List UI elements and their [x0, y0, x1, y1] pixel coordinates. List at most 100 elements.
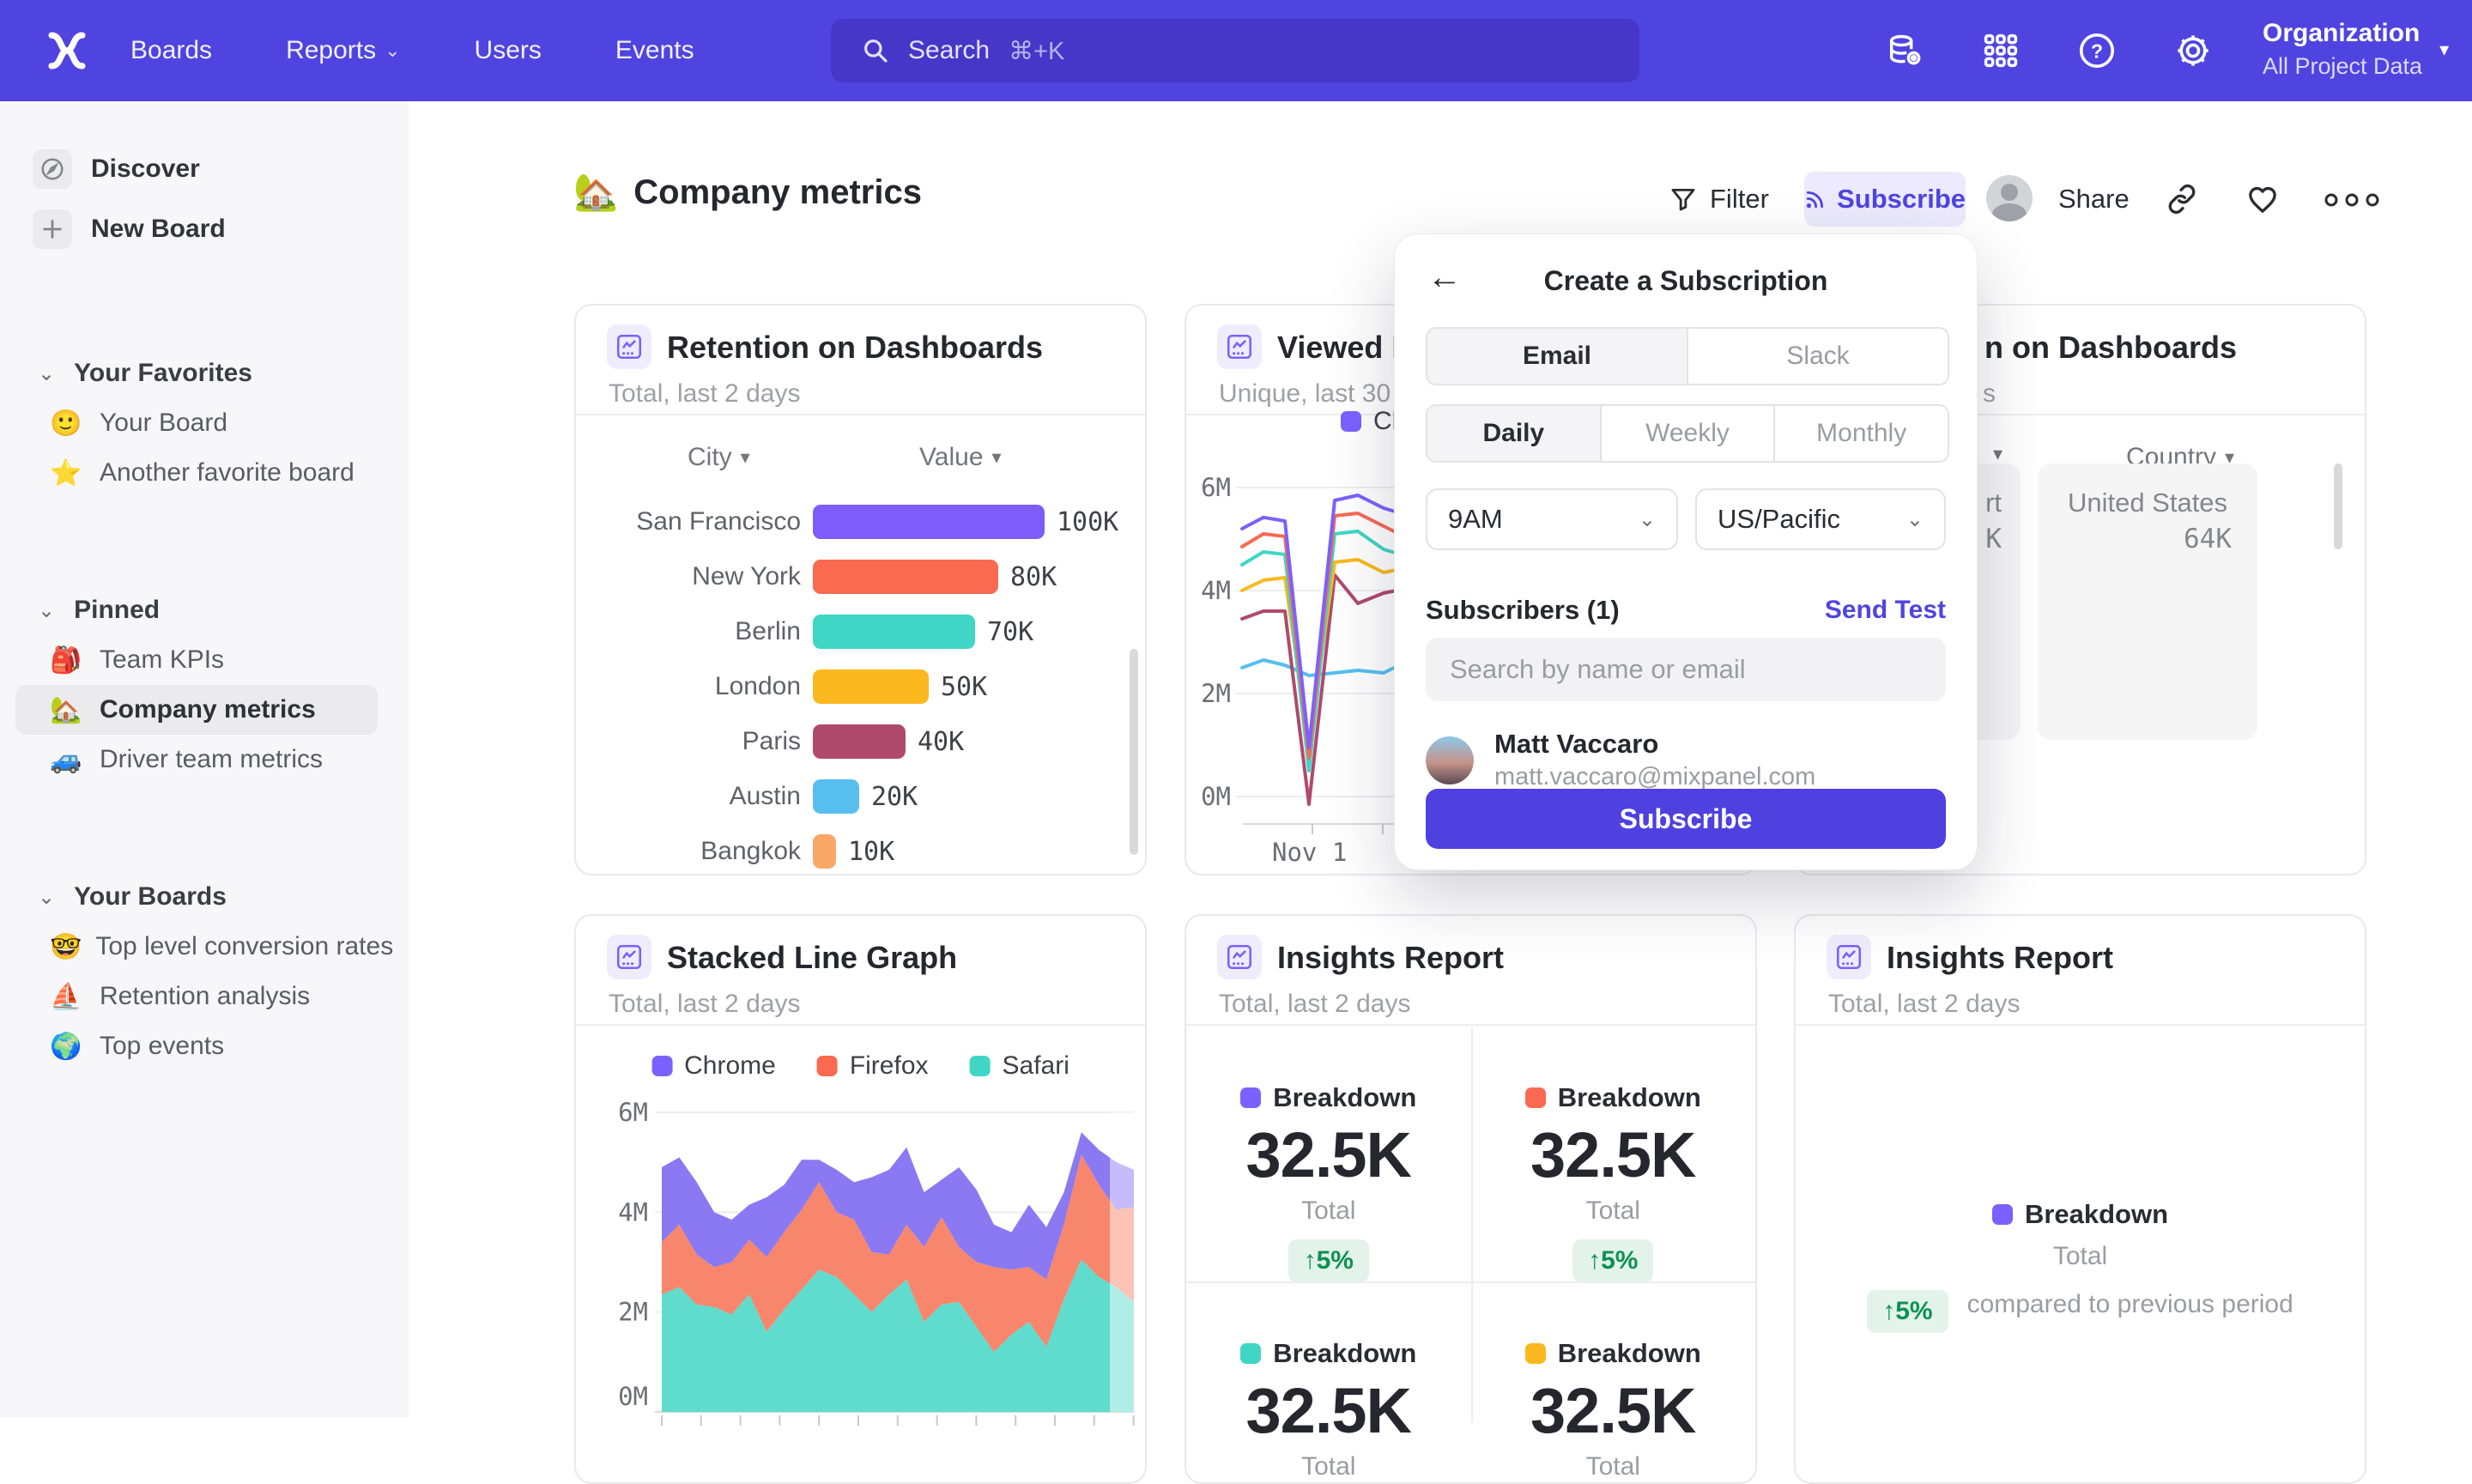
table-row-berlin[interactable]: Berlin70K [607, 615, 1128, 649]
card-title[interactable]: Retention on Dashboards [667, 330, 1043, 366]
legend-entry-firefox[interactable]: Firefox [817, 1051, 929, 1081]
sidebar-item-driver-team-metrics[interactable]: 🚙Driver team metrics [15, 735, 378, 784]
value-bar[interactable] [813, 834, 836, 869]
column-header-left-caret[interactable]: ▾ [1993, 443, 2002, 465]
svg-text:2M: 2M [618, 1298, 648, 1327]
search-input[interactable]: Search ⌘+K [831, 19, 1639, 82]
breakdown-label: Breakdown [2025, 1199, 2168, 1230]
subscriber-row[interactable]: Matt Vaccaro matt.vaccaro@mixpanel.com [1426, 729, 1815, 791]
chevron-down-icon: ⌄ [38, 885, 55, 910]
sidebar-item-your-board[interactable]: 🙂Your Board [15, 398, 378, 448]
copy-link-icon[interactable] [2165, 182, 2199, 216]
tab-daily[interactable]: Daily [1427, 406, 1600, 461]
value-bar[interactable] [813, 615, 975, 649]
legend-swatch [1525, 1343, 1546, 1364]
modal-subscribe-label: Subscribe [1620, 803, 1753, 835]
timezone-select[interactable]: US/Pacific ⌄ [1695, 488, 1946, 550]
column-header-city[interactable]: City▾ [688, 443, 750, 472]
sidebar-item-company-metrics[interactable]: 🏡Company metrics [15, 685, 378, 735]
city-label: Austin [607, 782, 801, 811]
sidebar-item-top-events[interactable]: 🌍Top events [15, 1021, 378, 1071]
favorite-heart-icon[interactable] [2245, 182, 2280, 216]
filter-button[interactable]: Filter [1669, 184, 1769, 215]
sidebar-section-your-favorites[interactable]: ⌄Your Favorites [38, 348, 409, 398]
column-header-value[interactable]: Value▾ [919, 443, 1002, 472]
table-row-paris[interactable]: Paris40K [607, 724, 1128, 759]
chevron-down-icon: ▾ [2439, 39, 2449, 61]
sidebar-discover[interactable]: Discover [33, 149, 409, 189]
value-bar[interactable] [813, 560, 998, 594]
scrollbar[interactable] [1130, 649, 1138, 855]
mixpanel-logo[interactable] [45, 28, 89, 73]
sidebar-item-another-favorite-board[interactable]: ⭐Another favorite board [15, 448, 378, 498]
tile-label: United States [2068, 488, 2227, 518]
card-title[interactable]: Insights Report [1887, 940, 2113, 976]
table-row-london[interactable]: London50K [607, 669, 1128, 704]
subscriber-search-input[interactable] [1426, 638, 1946, 701]
country-tile-united-states[interactable]: United States 64K [2038, 463, 2257, 740]
chevron-down-icon: ⌄ [385, 39, 400, 62]
nav-item-boards[interactable]: Boards [130, 36, 212, 65]
scrollbar[interactable] [2334, 463, 2342, 549]
sidebar-item-team-kpis[interactable]: 🎒Team KPIs [15, 635, 378, 685]
sidebar-item-top-level-conversion-rates[interactable]: 🤓Top level conversion rates [15, 922, 378, 972]
subscriber-email: matt.vaccaro@mixpanel.com [1494, 763, 1815, 791]
chevron-down-icon: ⌄ [1906, 507, 1924, 532]
legend-swatch [651, 1056, 672, 1076]
table-row-bangkok[interactable]: Bangkok10K [607, 834, 1128, 869]
page-title-text: Company metrics [633, 173, 922, 212]
nav-item-events[interactable]: Events [615, 36, 694, 65]
delta-badge: ↑5% [1572, 1239, 1653, 1282]
settings-gear-icon[interactable] [2173, 31, 2213, 70]
value-label: 100K [1057, 507, 1118, 537]
org-switcher[interactable]: Organization All Project Data ▾ [2263, 19, 2449, 80]
nav-item-reports[interactable]: Reports⌄ [286, 36, 400, 65]
sidebar-section-pinned[interactable]: ⌄Pinned [38, 585, 409, 635]
nav-item-boards-label: Boards [130, 36, 212, 65]
tab-slack[interactable]: Slack [1687, 329, 1948, 384]
svg-text:4M: 4M [1201, 576, 1231, 605]
data-management-icon[interactable] [1885, 31, 1924, 70]
report-chart-icon [607, 935, 651, 979]
table-row-san-francisco[interactable]: San Francisco100K [607, 505, 1128, 539]
sidebar-section-your-boards[interactable]: ⌄Your Boards [38, 872, 409, 922]
nav-item-users[interactable]: Users [475, 36, 542, 65]
table-row-austin[interactable]: Austin 20K [607, 779, 1128, 814]
svg-text:4M: 4M [618, 1197, 648, 1227]
tab-email[interactable]: Email [1427, 329, 1687, 384]
card-subtitle: Total, last 2 days [1219, 990, 1410, 1019]
help-icon[interactable]: ? [2077, 31, 2117, 70]
value-bar[interactable] [813, 779, 859, 814]
more-options-icon[interactable] [2323, 191, 2383, 209]
value-bar[interactable] [813, 724, 906, 759]
chart-legend: Chrome Firefox Safari [651, 1051, 1069, 1081]
board-emoji: 🏡 [573, 172, 618, 214]
value-bar[interactable] [813, 505, 1045, 539]
time-select[interactable]: 9AM ⌄ [1426, 488, 1678, 550]
sidebar-new-board[interactable]: New Board [33, 209, 409, 249]
send-test-link[interactable]: Send Test [1825, 596, 1946, 625]
collaborator-avatar[interactable] [1986, 175, 2033, 221]
subscriber-name: Matt Vaccaro [1494, 729, 1815, 760]
your-board-emoji: 🙂 [50, 409, 86, 439]
value-label: 20K [871, 782, 918, 812]
share-button[interactable]: Share [2058, 184, 2130, 215]
modal-subscribe-button[interactable]: Subscribe [1426, 789, 1946, 849]
table-row-new-york[interactable]: New York80K [607, 560, 1128, 594]
driver-team-metrics-emoji: 🚙 [50, 745, 86, 775]
delta-note: compared to previous period [1967, 1290, 2293, 1319]
sidebar-item-label: Company metrics [100, 695, 316, 724]
card-title[interactable]: Insights Report [1277, 940, 1504, 976]
plus-icon [33, 209, 72, 249]
subscribe-button[interactable]: Subscribe [1804, 172, 1966, 227]
legend-entry-chrome[interactable]: Chrome [651, 1051, 776, 1081]
value-bar[interactable] [813, 669, 929, 704]
apps-grid-icon[interactable] [1981, 31, 2021, 70]
team-kpis-emoji: 🎒 [50, 645, 86, 675]
legend-entry-safari[interactable]: Safari [970, 1051, 1069, 1081]
tab-monthly[interactable]: Monthly [1773, 406, 1948, 461]
tab-weekly[interactable]: Weekly [1600, 406, 1774, 461]
card-title[interactable]: Stacked Line Graph [667, 940, 957, 976]
sidebar-item-retention-analysis[interactable]: ⛵Retention analysis [15, 972, 378, 1021]
tile-label-clipped: rt [1985, 488, 2002, 518]
